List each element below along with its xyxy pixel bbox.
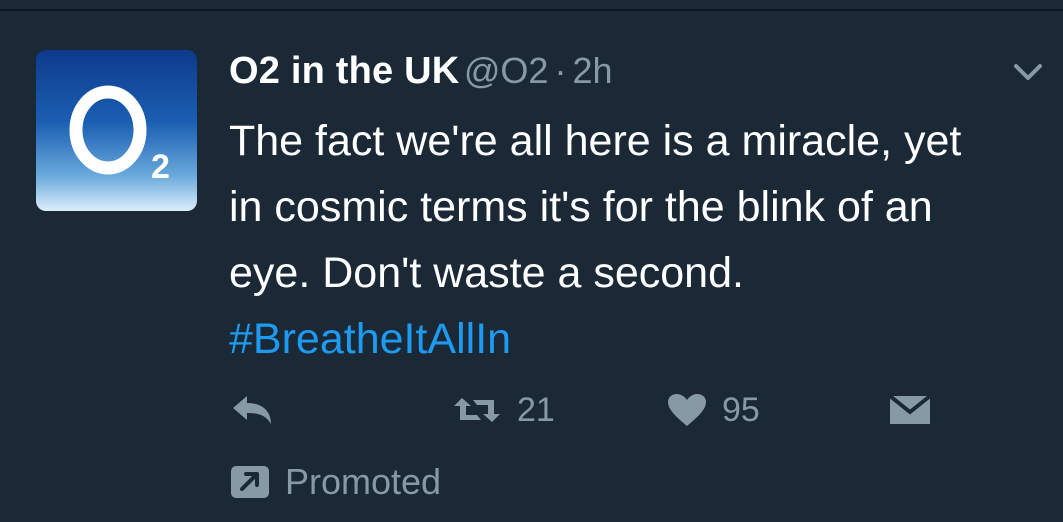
promoted-arrow-icon: [231, 466, 269, 498]
promoted-indicator[interactable]: Promoted: [229, 458, 441, 506]
chevron-down-icon[interactable]: [1008, 58, 1048, 86]
retweet-icon: [454, 398, 500, 422]
retweet-count: 21: [517, 390, 555, 429]
envelope-icon: [888, 394, 932, 424]
reply-button[interactable]: [229, 386, 275, 434]
tweet-text-line: The fact we're all here is a miracle, ye…: [229, 117, 962, 165]
direct-message-button[interactable]: [887, 386, 933, 434]
avatar[interactable]: 2: [36, 50, 197, 211]
author-name[interactable]: O2 in the UK: [229, 50, 459, 92]
tweet-timestamp[interactable]: 2h: [572, 50, 612, 91]
tweet-text-line: eye. Don't waste a second.: [229, 249, 744, 297]
retweet-button[interactable]: 21: [451, 386, 555, 434]
top-divider: [0, 0, 1063, 11]
tweet-header: O2 in the UK @O2 · 2h: [229, 50, 613, 98]
svg-text:2: 2: [151, 148, 170, 186]
heart-icon: [668, 394, 706, 426]
separator-dot: ·: [554, 50, 567, 91]
promoted-label: Promoted: [285, 461, 442, 502]
tweet-text-line: in cosmic terms it's for the blink of an: [229, 183, 933, 231]
reply-icon: [233, 396, 271, 424]
author-handle[interactable]: @O2: [464, 50, 549, 91]
like-button[interactable]: 95: [666, 386, 760, 434]
tweet-text: The fact we're all here is a miracle, ye…: [229, 108, 1039, 372]
hashtag-link[interactable]: #BreatheItAllIn: [229, 306, 1039, 372]
o2-logo-icon: 2: [69, 85, 170, 186]
tweet-actions: 21 95: [229, 386, 949, 434]
like-count: 95: [722, 390, 760, 429]
